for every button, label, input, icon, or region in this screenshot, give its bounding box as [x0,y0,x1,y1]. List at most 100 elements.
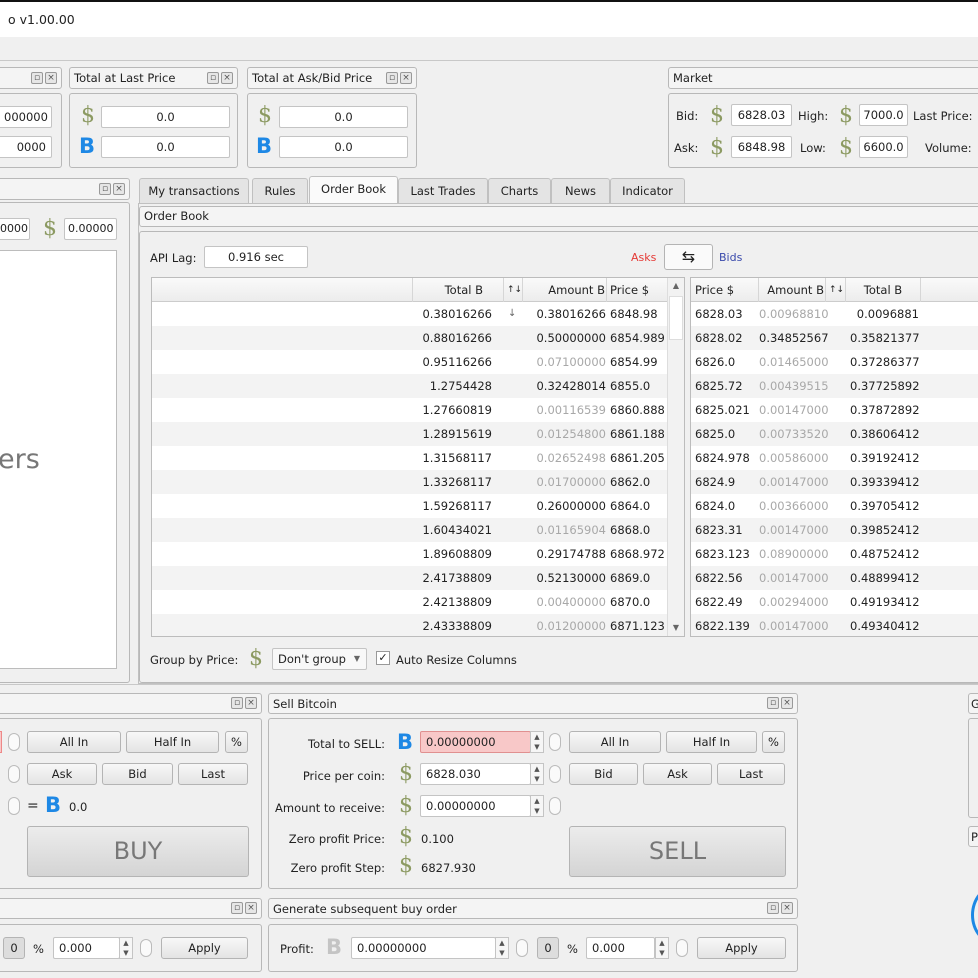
tab-charts[interactable]: Charts [488,178,551,203]
sub-sell-apply-button[interactable]: Apply [161,937,248,959]
swap-asks-bids-button[interactable]: ⇆ [664,244,713,270]
total-askbid-usd-field[interactable]: 0.0 [279,106,408,128]
asks-table-row[interactable]: 1.60434021 0.01165904 6868.0 [152,518,667,542]
buy-percent-button[interactable]: % [225,731,248,753]
sell-all-in-button[interactable]: All In [569,731,661,753]
asks-table-row[interactable]: 2.42138809 0.00400000 6870.0 [152,590,667,614]
tab-rules[interactable]: Rules [252,178,308,203]
high-field[interactable]: 7000.0 [859,104,908,126]
close-icon[interactable]: × [45,72,57,84]
sell-bid-button[interactable]: Bid [569,763,638,785]
bids-table-row[interactable]: 6826.0 0.01465000 0.37286377 [691,350,978,374]
bids-table-row[interactable]: 6822.56 0.00147000 0.48899412 [691,566,978,590]
scroll-up-icon[interactable]: ▲ [668,278,684,294]
float-icon[interactable]: ▫ [99,183,111,195]
bids-table-row[interactable]: 6828.02 0.34852567 0.35821377 [691,326,978,350]
bids-table-row[interactable]: 6824.0 0.00366000 0.39705412 [691,494,978,518]
close-icon[interactable]: × [245,902,257,914]
asks-table[interactable]: Total B ↑↓ Amount B Price $ 0.38016266 ↓ 0… [151,277,685,637]
profit-field[interactable]: 0.00000000 [351,937,496,959]
bids-table-row[interactable]: 6824.9 0.00147000 0.39339412 [691,470,978,494]
close-icon[interactable]: × [781,902,793,914]
bids-table-row[interactable]: 6825.021 0.00147000 0.37872892 [691,398,978,422]
header-amount[interactable]: Amount B [759,278,826,302]
bids-table-row[interactable]: 6825.0 0.00733520 0.38606412 [691,422,978,446]
total-to-sell-spinner[interactable]: ▲ ▼ [530,731,544,753]
bids-table-row[interactable]: 6823.123 0.08900000 0.48752412 [691,542,978,566]
close-icon[interactable]: × [781,697,793,709]
total-askbid-btc-field[interactable]: 0.0 [279,136,408,158]
header-sort-icon[interactable]: ↑↓ [826,278,846,302]
asks-scrollbar[interactable]: ▲ ▼ [667,278,684,636]
group-by-select[interactable]: Don't group ▼ [272,648,367,670]
close-icon[interactable]: × [245,697,257,709]
asks-table-row[interactable]: 1.28915619 0.01254800 6861.188 [152,422,667,446]
low-field[interactable]: 6600.0 [859,136,908,158]
close-icon[interactable]: × [221,72,233,84]
asks-table-row[interactable]: 0.38016266 ↓ 0.38016266 6848.98 [152,302,667,326]
sell-half-in-button[interactable]: Half In [666,731,757,753]
buy-half-in-button[interactable]: Half In [126,731,219,753]
scroll-thumb[interactable] [669,296,683,340]
asks-table-row[interactable]: 2.41738809 0.52130000 6869.0 [152,566,667,590]
header-total[interactable]: Total B [413,278,504,302]
sell-ask-button[interactable]: Ask [643,763,712,785]
sub-sell-percent-field[interactable]: 0.000 [53,937,120,959]
asks-table-row[interactable]: 0.88016266 0.50000000 6854.989 [152,326,667,350]
asks-table-row[interactable]: 1.59268117 0.26000000 6864.0 [152,494,667,518]
asks-table-row[interactable]: 0.95116266 0.07100000 6854.99 [152,350,667,374]
header-sort-icon[interactable]: ↑↓ [504,278,523,302]
buy-button[interactable]: BUY [27,826,249,877]
header-amount[interactable]: Amount B [523,278,607,302]
profit-spinner[interactable]: ▲ ▼ [495,937,509,959]
bids-table-row[interactable]: 6822.139 0.00147000 0.49340412 [691,614,978,636]
sub-sell-spinner[interactable]: ▲ ▼ [119,937,133,959]
amount-to-receive-field[interactable]: 0.00000000 [420,795,531,817]
price-per-coin-field[interactable]: 6828.030 [420,763,531,785]
bids-table-row[interactable]: 6823.31 0.00147000 0.39852412 [691,518,978,542]
total-to-sell-field[interactable]: 0.00000000 [420,731,531,753]
sell-percent-button[interactable]: % [762,731,785,753]
btc-balance-field[interactable]: 000000 [0,106,52,128]
asks-table-row[interactable]: 1.31568117 0.02652498 6861.205 [152,446,667,470]
asks-table-row[interactable]: 2.43338809 0.01200000 6871.123 [152,614,667,636]
tab-order-book[interactable]: Order Book [309,176,398,204]
bids-table-row[interactable]: 6822.49 0.00294000 0.49193412 [691,590,978,614]
header-price[interactable]: Price $ [607,278,668,302]
sub-buy-spinner[interactable]: ▲ ▼ [655,937,669,959]
close-icon[interactable]: × [113,183,125,195]
orders-usd-field[interactable]: 0.00000 [64,218,117,240]
ask-field[interactable]: 6848.98 [731,136,792,158]
float-icon[interactable]: ▫ [207,72,219,84]
buy-all-in-button[interactable]: All In [27,731,121,753]
buy-total-field[interactable] [0,731,2,753]
header-total[interactable]: Total B [846,278,921,302]
bid-field[interactable]: 6828.03 [731,104,792,126]
sub-buy-apply-button[interactable]: Apply [697,937,786,959]
sub-buy-zero-button[interactable]: 0 [537,937,559,959]
bids-table-row[interactable]: 6828.03 0.00968810 0.0096881 [691,302,978,326]
usd-balance-field[interactable]: 0000 [0,136,52,158]
orders-btc-field[interactable]: 0000 [0,218,30,240]
bids-table-row[interactable]: 6825.72 0.00439515 0.37725892 [691,374,978,398]
tab-my-transactions[interactable]: My transactions [139,178,249,203]
buy-bid-button[interactable]: Bid [102,763,173,785]
asks-table-row[interactable]: 1.33268117 0.01700000 6862.0 [152,470,667,494]
price-per-coin-spinner[interactable]: ▲ ▼ [530,763,544,785]
sub-sell-zero-button[interactable]: 0 [3,937,25,959]
tab-news[interactable]: News [551,178,610,203]
float-icon[interactable]: ▫ [767,697,779,709]
asks-table-row[interactable]: 1.2754428 0.32428014 6855.0 [152,374,667,398]
asks-table-row[interactable]: 1.89608809 0.29174788 6868.972 [152,542,667,566]
tab-last-trades[interactable]: Last Trades [398,178,488,203]
buy-ask-button[interactable]: Ask [27,763,97,785]
header-price[interactable]: Price $ [691,278,759,302]
float-icon[interactable]: ▫ [31,72,43,84]
float-icon[interactable]: ▫ [386,72,398,84]
buy-last-button[interactable]: Last [178,763,248,785]
auto-resize-checkbox[interactable]: ✓ [376,651,390,665]
float-icon[interactable]: ▫ [231,902,243,914]
total-last-usd-field[interactable]: 0.0 [101,106,230,128]
float-icon[interactable]: ▫ [231,697,243,709]
amount-to-receive-spinner[interactable]: ▲ ▼ [530,795,544,817]
